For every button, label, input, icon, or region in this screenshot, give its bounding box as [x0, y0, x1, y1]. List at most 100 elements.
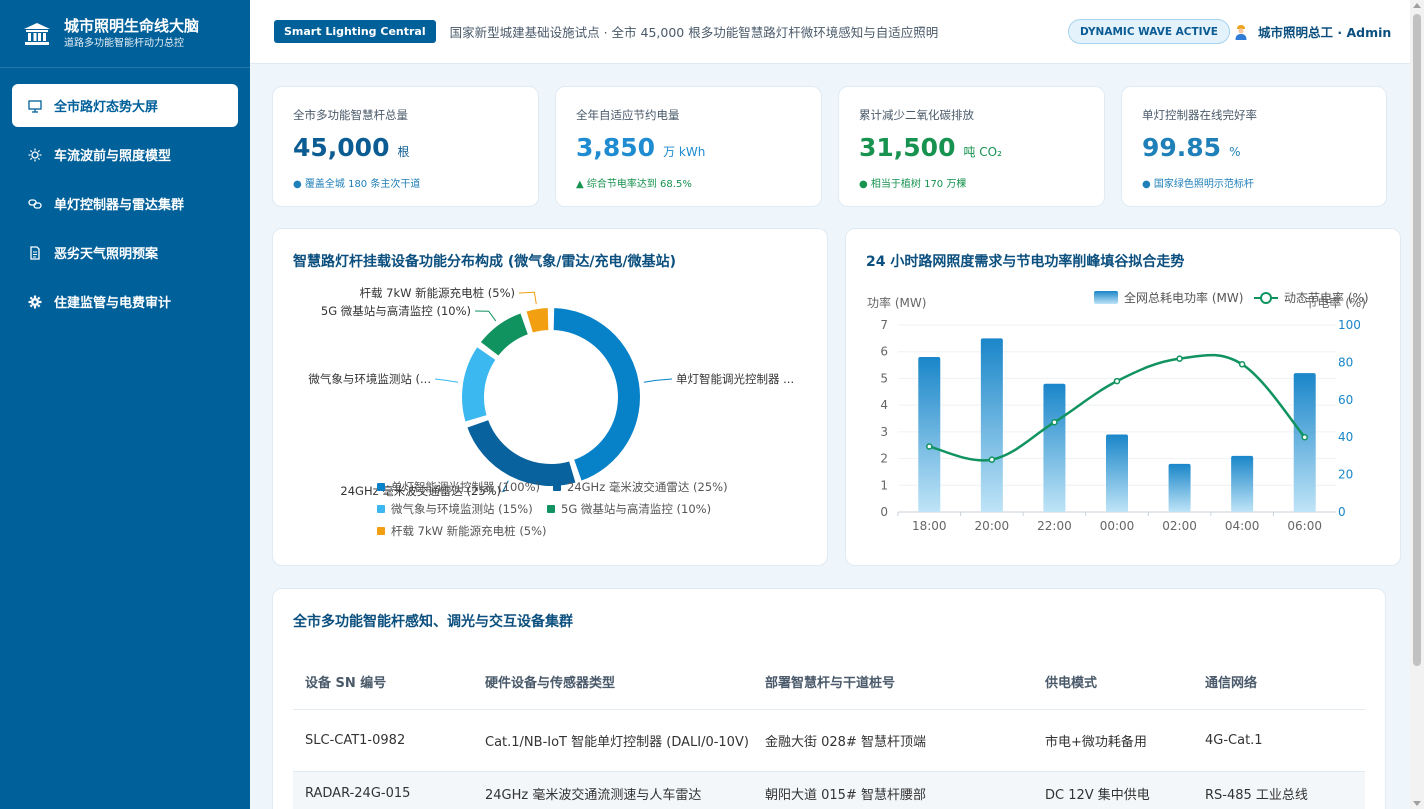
kpi-number: 3,850	[576, 133, 656, 162]
donut-slice[interactable]	[478, 310, 531, 359]
document-icon	[30, 245, 40, 260]
donut-slice[interactable]	[464, 417, 578, 488]
legend-label: 全网总耗电功率 (MW)	[1124, 290, 1243, 305]
bar[interactable]	[1231, 455, 1254, 512]
sidebar-item-label: 全市路灯态势大屏	[54, 100, 159, 115]
legend-item[interactable]: 24GHz 毫米波交通雷达 (25%)	[553, 480, 728, 494]
y-tick-label: 6	[880, 345, 888, 359]
sidebar-item-label: 恶劣天气照明预案	[54, 247, 159, 262]
x-tick-label: 06:00	[1287, 519, 1322, 533]
table-row[interactable]: SLC-CAT1-0982 Cat.1/NB-IoT 智能单灯控制器 (DALI…	[293, 709, 1365, 772]
kpi-value: 31,500 吨 CO₂	[859, 133, 1002, 162]
donut-leader-line	[518, 291, 537, 305]
kpi-unit: 根	[397, 145, 410, 159]
sidebar-item-dashboard[interactable]: 全市路灯态势大屏	[12, 84, 238, 127]
y2-tick-label: 80	[1338, 355, 1353, 369]
kpi-footnote: ▲ 综合节电率达到 68.5%	[576, 179, 692, 190]
y2-tick-label: 20	[1338, 468, 1353, 482]
sidebar-item-controllers[interactable]: 单灯控制器与雷达集群	[12, 182, 238, 225]
y-tick-label: 0	[880, 505, 888, 519]
donut-leader-line	[643, 378, 673, 383]
column-header[interactable]: 设备 SN 编号	[293, 655, 473, 710]
kpi-footnote: ● 国家绿色照明示范标杆	[1142, 179, 1254, 190]
table-cell: RS-485 工业总线	[1193, 771, 1365, 809]
scroll-up-icon[interactable]	[1413, 3, 1421, 8]
donut-slice[interactable]	[460, 344, 499, 424]
line-point[interactable]	[1113, 377, 1121, 385]
donut-slice[interactable]	[524, 306, 551, 335]
sidebar: 城市照明生命线大脑 道路多功能智能杆动力总控 全市路灯态势大屏 车流波前与照度模…	[0, 0, 250, 809]
kpi-number: 45,000	[293, 133, 390, 162]
line-point[interactable]	[1301, 433, 1308, 441]
line-point[interactable]	[926, 443, 933, 450]
bar[interactable]	[1106, 434, 1128, 512]
brand-subtitle: 道路多功能智能杆动力总控	[64, 37, 184, 49]
donut-slice-label: 微气象与环境监测站 (...	[308, 372, 431, 386]
x-tick-label: 04:00	[1225, 519, 1260, 533]
table-cell: DC 12V 集中供电	[1033, 771, 1193, 809]
column-header[interactable]: 供电模式	[1033, 655, 1193, 710]
legend-item[interactable]: 单灯智能调光控制器 (100%)	[377, 480, 540, 494]
legend-label: 动态节电率 (%)	[1284, 290, 1369, 305]
device-cluster-panel: 全市多功能智能杆感知、调光与交互设备集群 设备 SN 编号 硬件设备与传感器类型…	[272, 588, 1386, 809]
donut-leader-line	[474, 310, 497, 322]
legend-label: 24GHz 毫米波交通雷达 (25%)	[567, 480, 728, 494]
line-point[interactable]	[1238, 361, 1246, 368]
scroll-thumb[interactable]	[1413, 14, 1421, 666]
bar[interactable]	[918, 357, 941, 512]
column-header[interactable]: 部署智慧杆与干道桩号	[753, 655, 1033, 710]
power-trend-panel: 24 小时路网照度需求与节电功率削峰填谷拟合走势 功率 (MW) 节电率 (%) 0…	[845, 228, 1401, 566]
x-tick-label: 20:00	[975, 519, 1010, 533]
table-row[interactable]: RADAR-24G-015 24GHz 毫米波交通流测速与人车雷达 朝阳大道 0…	[293, 771, 1365, 809]
sidebar-item-audit[interactable]: 住建监管与电费审计	[12, 280, 238, 323]
legend-item[interactable]: 动态节电率 (%)	[1254, 290, 1369, 305]
power-trend-chart: 功率 (MW) 节电率 (%)0123456702040608010018:00 2…	[867, 290, 1369, 533]
donut-slice-label: 杆载 7kW 新能源充电桩 (5%)	[359, 286, 515, 300]
sidebar-item-traffic-model[interactable]: 车流波前与照度模型	[12, 133, 238, 176]
legend-label: 单灯智能调光控制器 (100%)	[391, 480, 540, 494]
line-point[interactable]	[1176, 355, 1183, 362]
legend-item[interactable]: 杆载 7kW 新能源充电桩 (5%)	[377, 524, 547, 538]
donut-slice[interactable]	[551, 306, 642, 484]
bar[interactable]	[1168, 463, 1191, 512]
bar[interactable]	[1043, 383, 1066, 512]
kpi-unit: 万 kWh	[663, 145, 706, 159]
bar[interactable]	[980, 338, 1003, 512]
column-header[interactable]: 硬件设备与传感器类型	[473, 655, 753, 710]
panel-title: 全市多功能智能杆感知、调光与交互设备集群	[293, 614, 573, 630]
kpi-number: 99.85	[1142, 133, 1222, 162]
line-point[interactable]	[988, 456, 996, 463]
y2-tick-label: 60	[1338, 393, 1353, 407]
sidebar-item-weather-plan[interactable]: 恶劣天气照明预案	[12, 231, 238, 274]
kpi-value: 99.85%	[1142, 133, 1240, 162]
table-cell: 4G-Cat.1	[1193, 709, 1365, 772]
user-menu[interactable]: 城市照明总工 · Admin	[1234, 22, 1391, 41]
top-header: Smart Lighting Central 国家新型城建基础设施试点 · 全市…	[250, 0, 1410, 64]
legend-label: 杆载 7kW 新能源充电桩 (5%)	[391, 524, 547, 538]
table-cell: Cat.1/NB-IoT 智能单灯控制器 (DALI/0-10V)	[473, 709, 753, 772]
table-cell: 24GHz 毫米波交通流测速与人车雷达	[473, 771, 753, 809]
sidebar-item-label: 单灯控制器与雷达集群	[54, 198, 185, 213]
user-name: 城市照明总工 · Admin	[1258, 25, 1392, 40]
bar[interactable]	[1293, 373, 1316, 512]
scroll-down-icon[interactable]	[1413, 801, 1421, 806]
column-header[interactable]: 通信网络	[1193, 655, 1365, 710]
kpi-card-carbon: 累计减少二氧化碳排放 31,500 吨 CO₂ ● 相当于植树 170 万棵	[838, 86, 1105, 207]
status-badge: DYNAMIC WAVE ACTIVE	[1068, 19, 1230, 44]
donut-chart: 单灯智能调光控制器 ... 24GHz 毫米波交通雷达 (25%) 微气象与环境监测…	[308, 286, 794, 538]
legend-swatch	[547, 505, 555, 513]
line-point[interactable]	[1051, 418, 1058, 426]
legend-label: 微气象与环境监测站 (15%)	[391, 502, 533, 516]
kpi-unit: %	[1229, 145, 1241, 159]
legend-label: 5G 微基站与高清监控 (10%)	[561, 502, 711, 516]
y2-tick-label: 40	[1338, 430, 1353, 444]
page-scrollbar[interactable]	[1410, 0, 1424, 809]
legend-swatch	[377, 527, 385, 535]
kpi-footnote: ● 相当于植树 170 万棵	[859, 179, 967, 190]
legend-item[interactable]: 5G 微基站与高清监控 (10%)	[547, 502, 711, 516]
table-cell: 朝阳大道 015# 智慧杆腰部	[753, 771, 1033, 809]
legend-item[interactable]: 全网总耗电功率 (MW)	[1094, 290, 1243, 305]
legend-item[interactable]: 微气象与环境监测站 (15%)	[377, 502, 533, 516]
kpi-label: 累计减少二氧化碳排放	[859, 108, 974, 122]
kpi-card-online-rate: 单灯控制器在线完好率 99.85% ● 国家绿色照明示范标杆	[1121, 86, 1387, 207]
